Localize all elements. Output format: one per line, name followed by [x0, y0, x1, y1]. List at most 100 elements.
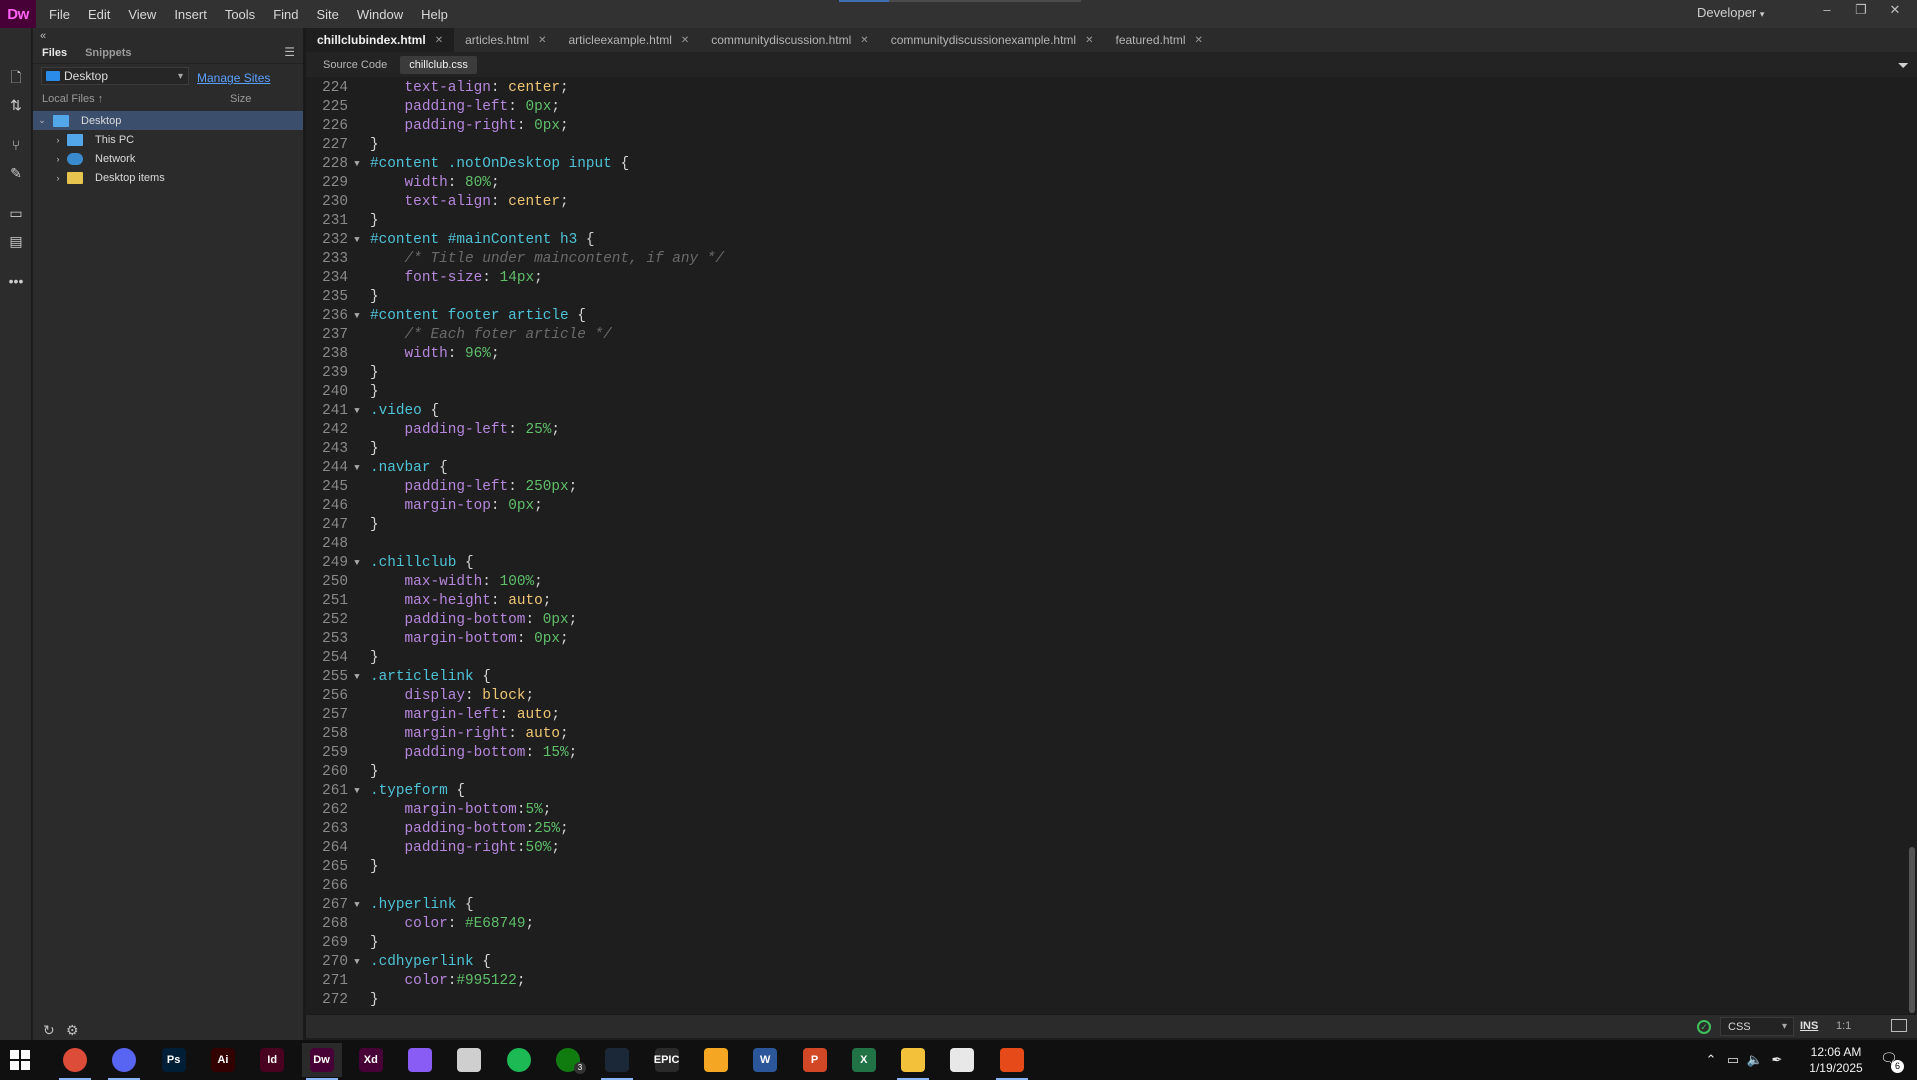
- fold-toggle-icon[interactable]: ▼: [351, 402, 363, 421]
- code-line[interactable]: 251 max-height: auto;: [306, 592, 1896, 611]
- code-line[interactable]: 253 margin-bottom: 0px;: [306, 630, 1896, 649]
- code-line[interactable]: 252 padding-bottom: 0px;: [306, 611, 1896, 630]
- col-local-files[interactable]: Local Files ↑: [42, 93, 103, 105]
- code-line[interactable]: 269}: [306, 934, 1896, 953]
- fold-toggle-icon[interactable]: ▼: [351, 668, 363, 687]
- taskbar-file-explorer-icon[interactable]: [893, 1043, 933, 1080]
- taskbar-app-20-icon[interactable]: [992, 1043, 1032, 1080]
- vertical-scrollbar[interactable]: [1907, 77, 1917, 1014]
- network-icon[interactable]: ▭: [1722, 1052, 1744, 1068]
- live-preview-icon[interactable]: [1891, 1019, 1907, 1032]
- snippets-icon[interactable]: ▤: [7, 232, 25, 250]
- fold-toggle-icon[interactable]: ▼: [351, 554, 363, 573]
- tree-item-network[interactable]: › Network: [33, 149, 303, 168]
- transfer-icon[interactable]: ⇅: [7, 96, 25, 114]
- code-line[interactable]: 257 margin-left: auto;: [306, 706, 1896, 725]
- menu-file[interactable]: File: [40, 7, 79, 22]
- close-icon[interactable]: ✕: [435, 35, 443, 46]
- code-line[interactable]: 232 ▼ #content #mainContent h3 {: [306, 231, 1896, 250]
- col-size[interactable]: Size: [230, 93, 251, 105]
- code-line[interactable]: 264 padding-right:50%;: [306, 839, 1896, 858]
- code-line[interactable]: 259 padding-bottom: 15%;: [306, 744, 1896, 763]
- volume-icon[interactable]: 🔈: [1744, 1052, 1766, 1068]
- code-line[interactable]: 244 ▼ .navbar {: [306, 459, 1896, 478]
- menu-window[interactable]: Window: [348, 7, 412, 22]
- menu-find[interactable]: Find: [264, 7, 307, 22]
- code-line[interactable]: 248: [306, 535, 1896, 554]
- taskbar-app-7-icon[interactable]: [400, 1043, 440, 1077]
- menu-edit[interactable]: Edit: [79, 7, 119, 22]
- code-line[interactable]: 228 ▼ #content .notOnDesktop input {: [306, 155, 1896, 174]
- manage-sites-link[interactable]: Manage Sites: [197, 71, 270, 85]
- taskbar-spotify-icon[interactable]: [499, 1043, 539, 1077]
- code-line[interactable]: 263 padding-bottom:25%;: [306, 820, 1896, 839]
- code-line[interactable]: 270 ▼ .cdhyperlink {: [306, 953, 1896, 972]
- code-editor[interactable]: 224 text-align: center; 225 padding-left:…: [306, 77, 1917, 1014]
- language-select[interactable]: CSS ▾: [1720, 1017, 1794, 1036]
- taskbar-photoshop-icon[interactable]: Ps: [154, 1043, 194, 1077]
- doc-tab[interactable]: featured.html ✕: [1104, 28, 1213, 52]
- code-line[interactable]: 234 font-size: 14px;: [306, 269, 1896, 288]
- code-line[interactable]: 235}: [306, 288, 1896, 307]
- more-icon[interactable]: •••: [7, 272, 25, 290]
- code-line[interactable]: 225 padding-left: 0px;: [306, 98, 1896, 117]
- git-icon[interactable]: ⑂: [7, 136, 25, 154]
- files-icon[interactable]: 🗋: [7, 68, 25, 86]
- chevron-right-icon[interactable]: ›: [53, 173, 63, 183]
- close-icon[interactable]: ✕: [860, 35, 868, 46]
- workspace-switcher[interactable]: Developer ▾: [1697, 5, 1764, 20]
- code-line[interactable]: 254}: [306, 649, 1896, 668]
- menu-insert[interactable]: Insert: [165, 7, 216, 22]
- code-line[interactable]: 239}: [306, 364, 1896, 383]
- taskbar-excel-icon[interactable]: X: [844, 1043, 884, 1077]
- tab-snippets[interactable]: Snippets: [76, 47, 140, 59]
- close-icon[interactable]: ✕: [681, 35, 689, 46]
- taskbar-xd-icon[interactable]: Xd: [351, 1043, 391, 1077]
- code-line[interactable]: 246 margin-top: 0px;: [306, 497, 1896, 516]
- chevron-up-icon[interactable]: ⌃: [1700, 1052, 1722, 1068]
- code-line[interactable]: 261 ▼ .typeform {: [306, 782, 1896, 801]
- taskbar-illustrator-icon[interactable]: Ai: [203, 1043, 243, 1077]
- taskbar-xbox-icon[interactable]: 3: [548, 1043, 588, 1077]
- menu-help[interactable]: Help: [412, 7, 457, 22]
- insert-mode[interactable]: INS: [1800, 1020, 1818, 1032]
- code-line[interactable]: 262 margin-bottom:5%;: [306, 801, 1896, 820]
- chevron-down-icon[interactable]: ⌄: [37, 115, 47, 126]
- code-line[interactable]: 237 /* Each foter article */: [306, 326, 1896, 345]
- code-line[interactable]: 240}: [306, 383, 1896, 402]
- tree-item-this-pc[interactable]: › This PC: [33, 130, 303, 149]
- tree-item-desktop-items[interactable]: › Desktop items: [33, 168, 303, 187]
- tree-item-desktop[interactable]: ⌄ Desktop: [33, 111, 303, 130]
- fold-toggle-icon[interactable]: ▼: [351, 459, 363, 478]
- doc-tab[interactable]: articles.html ✕: [454, 28, 557, 52]
- code-line[interactable]: 245 padding-left: 250px;: [306, 478, 1896, 497]
- code-line[interactable]: 241 ▼ .video {: [306, 402, 1896, 421]
- code-line[interactable]: 242 padding-left: 25%;: [306, 421, 1896, 440]
- fold-toggle-icon[interactable]: ▼: [351, 307, 363, 326]
- fold-toggle-icon[interactable]: ▼: [351, 231, 363, 250]
- chevron-right-icon[interactable]: ›: [53, 154, 63, 164]
- restore-icon[interactable]: ❐: [1846, 2, 1876, 22]
- taskbar-chrome-icon[interactable]: [55, 1043, 95, 1080]
- menu-view[interactable]: View: [119, 7, 165, 22]
- code-line[interactable]: 266: [306, 877, 1896, 896]
- code-line[interactable]: 231}: [306, 212, 1896, 231]
- pen-icon[interactable]: ✒: [1766, 1052, 1788, 1068]
- panel-menu-icon[interactable]: ☰: [284, 45, 295, 59]
- minimize-icon[interactable]: –: [1812, 2, 1842, 22]
- taskbar-app-8-icon[interactable]: [449, 1043, 489, 1077]
- close-window-icon[interactable]: ✕: [1880, 2, 1910, 22]
- chevron-right-icon[interactable]: ›: [53, 135, 63, 145]
- site-select[interactable]: Desktop ▾: [41, 67, 189, 85]
- related-chillclub-css[interactable]: chillclub.css: [400, 55, 477, 74]
- code-line[interactable]: 233 /* Title under maincontent, if any *…: [306, 250, 1896, 269]
- code-line[interactable]: 267 ▼ .hyperlink {: [306, 896, 1896, 915]
- code-line[interactable]: 243}: [306, 440, 1896, 459]
- doc-tab[interactable]: chillclubindex.html ✕: [306, 28, 455, 52]
- taskbar-indesign-icon[interactable]: Id: [252, 1043, 292, 1077]
- code-line[interactable]: 268 color: #E68749;: [306, 915, 1896, 934]
- code-line[interactable]: 256 display: block;: [306, 687, 1896, 706]
- code-line[interactable]: 250 max-width: 100%;: [306, 573, 1896, 592]
- code-line[interactable]: 230 text-align: center;: [306, 193, 1896, 212]
- doc-tab[interactable]: communitydiscussionexample.html ✕: [880, 28, 1105, 52]
